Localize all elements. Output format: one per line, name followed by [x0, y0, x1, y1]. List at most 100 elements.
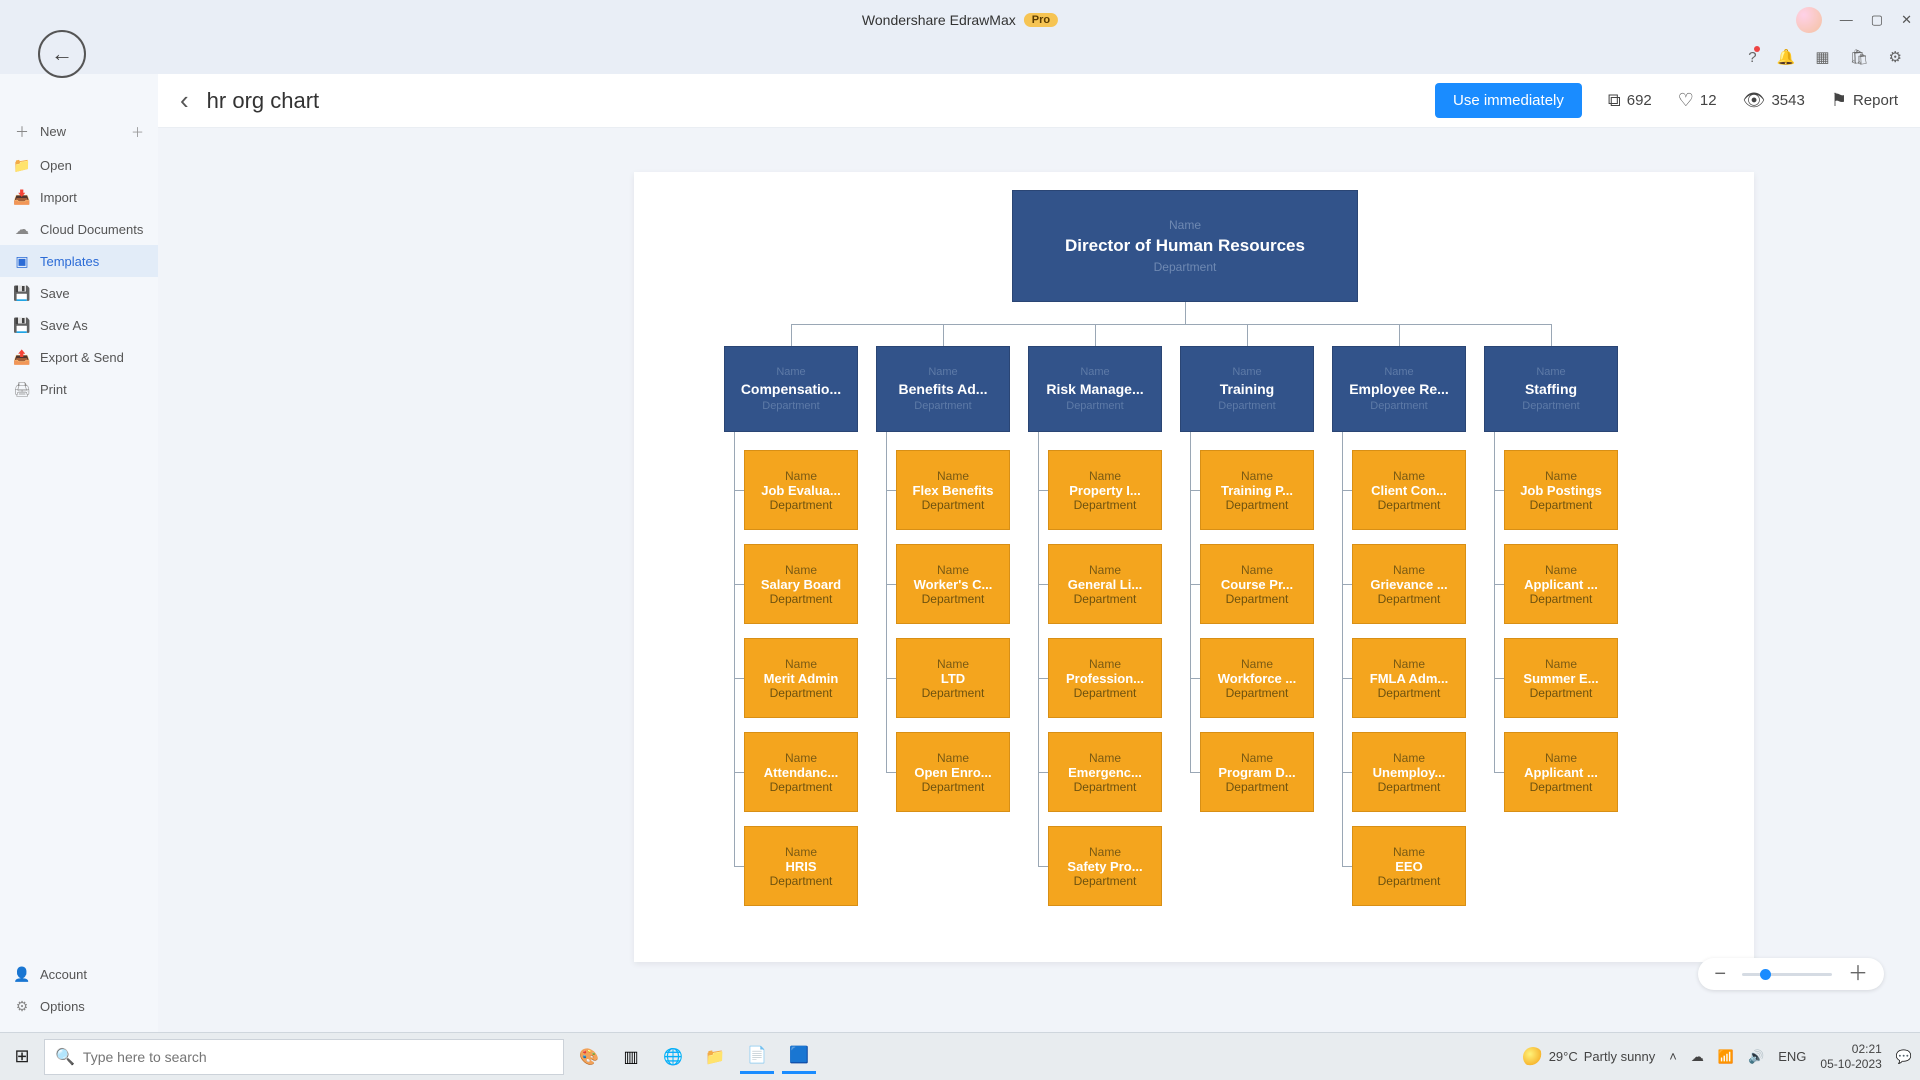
minimize-button[interactable]: —: [1840, 12, 1853, 28]
org-item-0-4[interactable]: NameHRISDepartment: [744, 826, 858, 906]
sidebar-item-label: Templates: [40, 254, 99, 269]
avatar[interactable]: [1796, 7, 1822, 33]
weather-widget[interactable]: 29°C Partly sunny: [1523, 1047, 1656, 1067]
sidebar-item-open[interactable]: 📁Open: [0, 149, 158, 181]
sidebar-item-save[interactable]: 💾Save: [0, 277, 158, 309]
sidebar-item-new[interactable]: ＋New＋: [0, 114, 158, 149]
org-item-4-1[interactable]: NameGrievance ...Department: [1352, 544, 1466, 624]
sidebar-icon: 📁: [14, 157, 30, 173]
org-item-0-0[interactable]: NameJob Evalua...Department: [744, 450, 858, 530]
org-item-3-2[interactable]: NameWorkforce ...Department: [1200, 638, 1314, 718]
copies-stat[interactable]: ⧉692: [1608, 90, 1652, 111]
org-item-2-4[interactable]: NameSafety Pro...Department: [1048, 826, 1162, 906]
org-item-3-3[interactable]: NameProgram D...Department: [1200, 732, 1314, 812]
org-item-0-2[interactable]: NameMerit AdminDepartment: [744, 638, 858, 718]
org-item-4-2[interactable]: NameFMLA Adm...Department: [1352, 638, 1466, 718]
zoom-out-button[interactable]: −: [1714, 964, 1726, 984]
clock[interactable]: 02:21 05-10-2023: [1820, 1042, 1881, 1072]
search-input[interactable]: [83, 1049, 553, 1065]
sidebar-item-export-send[interactable]: 📤Export & Send: [0, 341, 158, 373]
sidebar-item-cloud-documents[interactable]: ☁Cloud Documents: [0, 213, 158, 245]
back-chevron-icon[interactable]: ‹: [180, 85, 189, 116]
org-item-3-1[interactable]: NameCourse Pr...Department: [1200, 544, 1314, 624]
settings-icon[interactable]: ⚙: [1889, 48, 1902, 66]
taskbar-app-edge[interactable]: 🌐: [656, 1040, 690, 1074]
sidebar-item-label: Print: [40, 382, 67, 397]
org-head-4[interactable]: NameEmployee Re...Department: [1332, 346, 1466, 432]
grid-icon[interactable]: ▦: [1815, 48, 1829, 66]
org-item-2-1[interactable]: NameGeneral Li...Department: [1048, 544, 1162, 624]
sidebar-item-templates[interactable]: ▣ Templates: [0, 245, 158, 277]
org-item-3-0[interactable]: NameTraining P...Department: [1200, 450, 1314, 530]
org-item-0-1[interactable]: NameSalary BoardDepartment: [744, 544, 858, 624]
sidebar-icon: 📥: [14, 189, 30, 205]
tray-onedrive-icon[interactable]: ☁: [1691, 1049, 1704, 1065]
likes-stat[interactable]: ♡12: [1678, 90, 1717, 111]
org-item-2-3[interactable]: NameEmergenc...Department: [1048, 732, 1162, 812]
back-button[interactable]: [38, 30, 86, 78]
taskbar: ⊞ 🔍 🎨 ▥ 🌐 📁 📄 🟦 29°C Partly sunny ˄ ☁ 📶 …: [0, 1032, 1920, 1080]
zoom-slider[interactable]: [1742, 973, 1832, 976]
org-item-5-1[interactable]: NameApplicant ...Department: [1504, 544, 1618, 624]
views-stat[interactable]: 👁3543: [1743, 90, 1805, 111]
taskbar-app-edraw[interactable]: 🟦: [782, 1040, 816, 1074]
org-item-1-2[interactable]: NameLTDDepartment: [896, 638, 1010, 718]
sidebar-item-import[interactable]: 📥Import: [0, 181, 158, 213]
sidebar-item-account[interactable]: 👤 Account: [0, 958, 158, 990]
tray-language-icon[interactable]: ENG: [1778, 1049, 1806, 1064]
canvas[interactable]: NameDirector of Human ResourcesDepartmen…: [158, 128, 1920, 1032]
sidebar-item-label: Account: [40, 967, 87, 982]
org-item-0-3[interactable]: NameAttendanc...Department: [744, 732, 858, 812]
taskbar-app-word[interactable]: 📄: [740, 1040, 774, 1074]
sidebar-icon: 👤: [14, 966, 30, 982]
help-icon[interactable]: ?: [1748, 49, 1756, 66]
org-item-1-1[interactable]: NameWorker's C...Department: [896, 544, 1010, 624]
app-title-text: Wondershare EdrawMax: [862, 12, 1016, 28]
sidebar-item-label: New: [40, 124, 66, 139]
plus-icon[interactable]: ＋: [131, 122, 144, 141]
sidebar-icon: ▣: [14, 253, 30, 269]
org-item-5-3[interactable]: NameApplicant ...Department: [1504, 732, 1618, 812]
org-item-5-0[interactable]: NameJob PostingsDepartment: [1504, 450, 1618, 530]
close-button[interactable]: ✕: [1901, 12, 1912, 28]
taskbar-app-taskview[interactable]: ▥: [614, 1040, 648, 1074]
sidebar-icon: 📤: [14, 349, 30, 365]
sidebar-item-save-as[interactable]: 💾Save As: [0, 309, 158, 341]
org-item-2-2[interactable]: NameProfession...Department: [1048, 638, 1162, 718]
system-tray: 29°C Partly sunny ˄ ☁ 📶 🔊 ENG 02:21 05-1…: [1523, 1042, 1912, 1072]
org-head-1[interactable]: NameBenefits Ad...Department: [876, 346, 1010, 432]
taskbar-app-files[interactable]: 📁: [698, 1040, 732, 1074]
org-item-4-3[interactable]: NameUnemploy...Department: [1352, 732, 1466, 812]
maximize-button[interactable]: ▢: [1871, 12, 1883, 28]
org-item-4-0[interactable]: NameClient Con...Department: [1352, 450, 1466, 530]
org-item-5-2[interactable]: NameSummer E...Department: [1504, 638, 1618, 718]
pro-badge: Pro: [1024, 13, 1058, 27]
org-head-0[interactable]: NameCompensatio...Department: [724, 346, 858, 432]
start-button[interactable]: ⊞: [8, 1043, 36, 1071]
org-root[interactable]: NameDirector of Human ResourcesDepartmen…: [1012, 190, 1358, 302]
bell-icon[interactable]: 🔔: [1777, 48, 1796, 66]
sidebar-item-options[interactable]: ⚙Options: [0, 990, 158, 1022]
taskbar-app-paint[interactable]: 🎨: [572, 1040, 606, 1074]
tray-wifi-icon[interactable]: 📶: [1718, 1049, 1734, 1065]
zoom-in-button[interactable]: ＋: [1848, 964, 1868, 984]
org-head-3[interactable]: NameTrainingDepartment: [1180, 346, 1314, 432]
org-item-2-0[interactable]: NameProperty I...Department: [1048, 450, 1162, 530]
titlebar: Wondershare EdrawMax Pro — ▢ ✕: [0, 0, 1920, 40]
tray-chevron-icon[interactable]: ˄: [1669, 1049, 1677, 1064]
page-title: hr org chart: [207, 88, 320, 114]
tray-volume-icon[interactable]: 🔊: [1748, 1049, 1764, 1065]
org-head-2[interactable]: NameRisk Manage...Department: [1028, 346, 1162, 432]
sidebar-icon: 🖨: [14, 381, 30, 397]
use-immediately-button[interactable]: Use immediately: [1435, 83, 1582, 118]
org-item-1-3[interactable]: NameOpen Enro...Department: [896, 732, 1010, 812]
sidebar: ＋New＋📁Open📥Import☁Cloud Documents▣Templa…: [0, 74, 158, 1032]
tray-notifications-icon[interactable]: 💬: [1896, 1049, 1912, 1065]
taskbar-search[interactable]: 🔍: [44, 1039, 564, 1075]
store-icon[interactable]: 🛍: [1850, 48, 1869, 66]
report-button[interactable]: ⚑Report: [1831, 90, 1898, 111]
sidebar-item-print[interactable]: 🖨 Print: [0, 373, 158, 405]
org-item-1-0[interactable]: NameFlex BenefitsDepartment: [896, 450, 1010, 530]
org-head-5[interactable]: NameStaffingDepartment: [1484, 346, 1618, 432]
org-item-4-4[interactable]: NameEEODepartment: [1352, 826, 1466, 906]
